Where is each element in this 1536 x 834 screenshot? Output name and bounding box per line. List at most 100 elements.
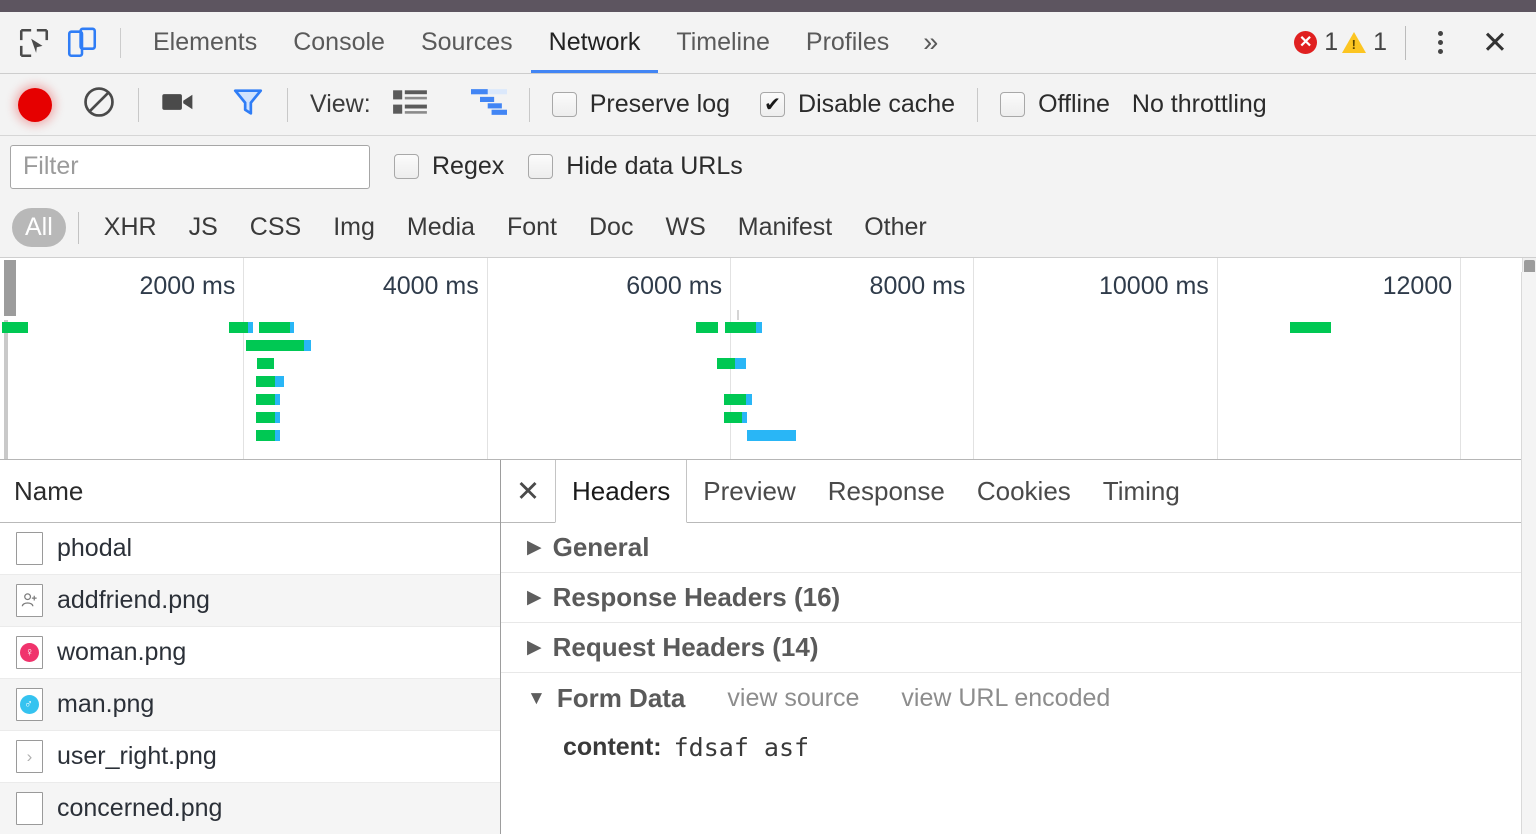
preserve-log-checkbox[interactable]: Preserve log [551,90,730,119]
close-devtools-button[interactable]: ✕ [1460,27,1518,58]
request-name: man.png [57,690,155,718]
triangle-down-icon: ▼ [527,687,546,709]
tab-network[interactable]: Network [530,12,659,73]
type-filter-other[interactable]: Other [851,208,940,247]
overview-bar-tail [742,412,748,423]
record-button-icon[interactable] [18,87,52,122]
device-toolbar-icon[interactable] [58,20,106,66]
document-icon [16,792,43,825]
regex-label: Regex [432,152,505,180]
overview-request-bar [228,322,254,333]
tab-timeline[interactable]: Timeline [658,12,788,73]
type-filter-xhr[interactable]: XHR [91,208,170,247]
error-counter[interactable]: ✕ 1 [1294,28,1338,57]
request-row[interactable]: concerned.png [0,783,500,834]
overview-request-bar [255,376,284,387]
view-label: View: [310,90,371,118]
overview-bar-tail [274,430,280,441]
checkbox-box [394,154,419,179]
tab-cookies[interactable]: Cookies [961,460,1087,522]
request-row[interactable]: phodal [0,523,500,575]
type-filter-all[interactable]: All [12,208,66,247]
tab-timing[interactable]: Timing [1087,460,1196,522]
section-title: Form Data [556,682,686,713]
type-filter-doc[interactable]: Doc [576,208,646,247]
request-row[interactable]: ♀ woman.png [0,627,500,679]
warning-counter[interactable]: 1 [1342,28,1387,57]
toolbar-divider [1405,25,1407,60]
warning-count: 1 [1373,28,1388,56]
tab-headers[interactable]: Headers [555,460,688,523]
camera-icon[interactable] [161,89,195,120]
warning-icon [1342,32,1367,53]
requests-panel: Name phodal addfriend.png ♀ woman.png ♂ man.p… [0,460,501,834]
section-form-data[interactable]: ▼ Form Data view source view URL encoded [501,673,1536,723]
inspect-cursor-icon[interactable] [10,20,58,66]
type-filter-css[interactable]: CSS [237,208,314,247]
waterfall-view-icon[interactable] [470,89,507,120]
section-request-headers[interactable]: ▶ Request Headers (14) [501,623,1536,673]
tab-console[interactable]: Console [275,12,403,73]
overview-request-bar [256,358,274,369]
type-filter-manifest[interactable]: Manifest [725,208,845,247]
request-row[interactable]: ♂ man.png [0,679,500,731]
overview-request-bar [1289,322,1332,333]
tab-elements[interactable]: Elements [135,12,275,73]
tab-response[interactable]: Response [812,460,961,522]
overview-request-bar [723,394,752,405]
view-url-encoded-link[interactable]: view URL encoded [901,684,1110,713]
type-filter-img[interactable]: Img [320,208,388,247]
overview-request-bar [716,358,746,369]
overview-tick-label: 4000 ms [382,272,479,300]
overview-request-bar [245,340,312,351]
overview-request-bar [725,322,762,333]
type-filter-font[interactable]: Font [494,208,570,247]
overview-bar-tail [274,394,280,405]
resource-type-filters: All XHR JS CSS Img Media Font Doc WS Man… [0,198,1536,258]
overview-bar-tail [274,376,284,387]
type-filter-js[interactable]: JS [176,208,231,247]
tab-profiles[interactable]: Profiles [788,12,907,73]
throttling-selector[interactable]: No throttling [1132,90,1267,119]
overview-ruler: 2000 ms 4000 ms 6000 ms 8000 ms 10000 ms 1200… [0,258,1536,459]
tab-sources[interactable]: Sources [403,12,531,73]
request-row[interactable]: addfriend.png [0,575,500,627]
overview-tick-label: 6000 ms [626,272,723,300]
disable-cache-checkbox[interactable]: Disable cache [760,90,955,119]
overview-request-bar [2,322,28,333]
tab-preview[interactable]: Preview [687,460,811,522]
overview-bar-tail [304,340,312,351]
hide-data-urls-label: Hide data URLs [566,152,743,180]
request-row[interactable]: › user_right.png [0,731,500,783]
section-title: Response Headers (16) [552,582,841,612]
filter-input[interactable] [10,144,370,189]
clear-icon[interactable] [82,85,116,124]
regex-checkbox[interactable]: Regex [394,152,504,181]
overview-request-bar [255,394,280,405]
female-icon: ♀ [16,636,43,669]
more-tabs-icon[interactable]: » [907,12,954,73]
male-icon: ♂ [16,688,43,721]
overview-bar-tail [755,322,762,333]
close-detail-button[interactable]: ✕ [501,460,555,522]
section-response-headers[interactable]: ▶ Response Headers (16) [501,573,1536,623]
requests-list: phodal addfriend.png ♀ woman.png ♂ man.png › us… [0,523,500,834]
type-filter-media[interactable]: Media [394,208,488,247]
kebab-menu-icon[interactable] [1420,31,1460,54]
list-view-icon[interactable] [392,89,427,120]
network-split-view: Name phodal addfriend.png ♀ woman.png ♂ man.p… [0,460,1536,834]
toolbar-divider [138,87,139,122]
network-overview-timeline[interactable]: 2000 ms 4000 ms 6000 ms 8000 ms 10000 ms 1200… [0,258,1536,460]
section-general[interactable]: ▶ General [501,523,1536,573]
panel-scrollbar[interactable] [1521,272,1536,834]
disable-cache-label: Disable cache [798,90,956,118]
request-name: woman.png [57,638,187,666]
column-header-name[interactable]: Name [0,460,500,523]
offline-checkbox[interactable]: Offline [1000,90,1110,119]
view-source-link[interactable]: view source [727,684,859,713]
funnel-filter-icon[interactable] [231,85,265,124]
overview-request-bar [255,430,280,441]
hide-data-urls-checkbox[interactable]: Hide data URLs [528,152,743,181]
triangle-right-icon: ▶ [527,537,542,558]
type-filter-ws[interactable]: WS [652,208,718,247]
